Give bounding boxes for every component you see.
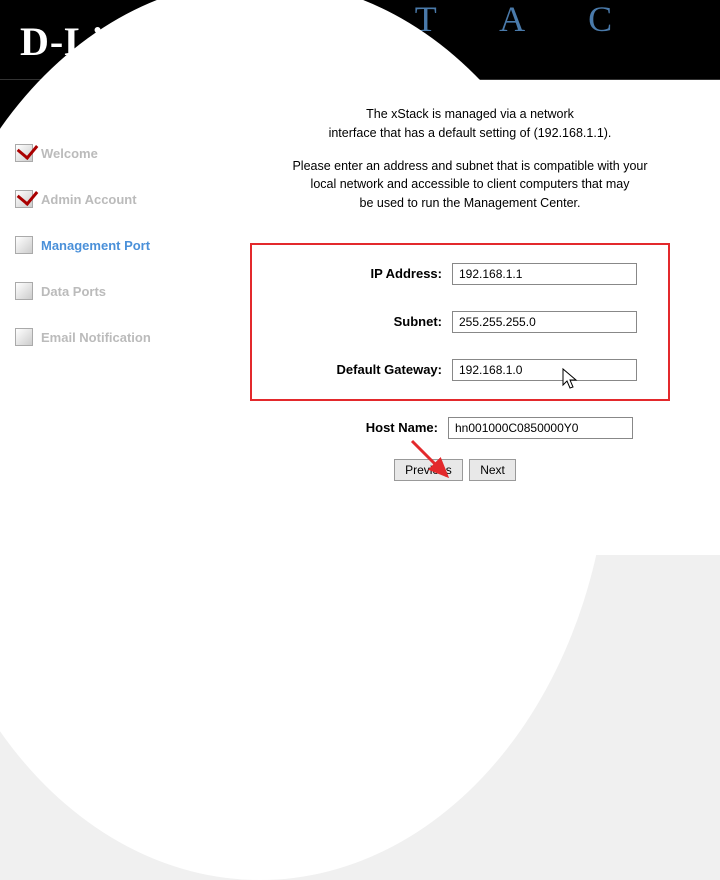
main-panel: The xStack is managed via a network inte… <box>210 80 720 555</box>
network-settings-box: IP Address: Subnet: Default Gateway: <box>250 243 670 401</box>
sidebar-item-management-port[interactable]: Management Port <box>0 222 210 268</box>
wizard-nav: Welcome Admin Account Management Port Da… <box>0 80 210 360</box>
sidebar-item-welcome[interactable]: Welcome <box>0 130 210 176</box>
ip-address-label: IP Address: <box>272 266 452 281</box>
checkbox-icon <box>15 328 33 346</box>
sidebar-item-label: Data Ports <box>41 284 106 299</box>
sidebar-item-label: Email Notification <box>41 330 151 345</box>
hostname-label: Host Name: <box>250 420 448 435</box>
intro-line: be used to run the Management Center. <box>360 196 581 210</box>
button-row: Previous Next <box>250 459 690 481</box>
intro-line: local network and accessible to client c… <box>311 177 630 191</box>
intro-text: The xStack is managed via a network inte… <box>250 105 690 213</box>
sidebar-item-label: Welcome <box>41 146 98 161</box>
sidebar-item-data-ports[interactable]: Data Ports <box>0 268 210 314</box>
next-button[interactable]: Next <box>469 459 516 481</box>
sidebar-item-label: Admin Account <box>41 192 137 207</box>
sidebar: Welcome Admin Account Management Port Da… <box>0 80 210 555</box>
check-icon <box>15 144 33 162</box>
intro-line: The xStack is managed via a network <box>366 107 574 121</box>
hostname-input[interactable] <box>448 417 633 439</box>
ip-address-input[interactable] <box>452 263 637 285</box>
gateway-input[interactable] <box>452 359 637 381</box>
subnet-row: Subnet: <box>272 311 648 333</box>
intro-line: Please enter an address and subnet that … <box>292 159 647 173</box>
sidebar-item-email-notification[interactable]: Email Notification <box>0 314 210 360</box>
body-area: Welcome Admin Account Management Port Da… <box>0 80 720 555</box>
sidebar-item-label: Management Port <box>41 238 150 253</box>
sidebar-item-admin-account[interactable]: Admin Account <box>0 176 210 222</box>
ip-address-row: IP Address: <box>272 263 648 285</box>
gateway-row: Default Gateway: <box>272 359 648 381</box>
gateway-label: Default Gateway: <box>272 362 452 377</box>
hostname-row: Host Name: <box>250 417 690 439</box>
intro-line: interface that has a default setting of … <box>329 126 612 140</box>
subnet-label: Subnet: <box>272 314 452 329</box>
check-icon <box>15 190 33 208</box>
checkbox-icon <box>15 282 33 300</box>
previous-button[interactable]: Previous <box>394 459 463 481</box>
checkbox-icon <box>15 236 33 254</box>
subnet-input[interactable] <box>452 311 637 333</box>
